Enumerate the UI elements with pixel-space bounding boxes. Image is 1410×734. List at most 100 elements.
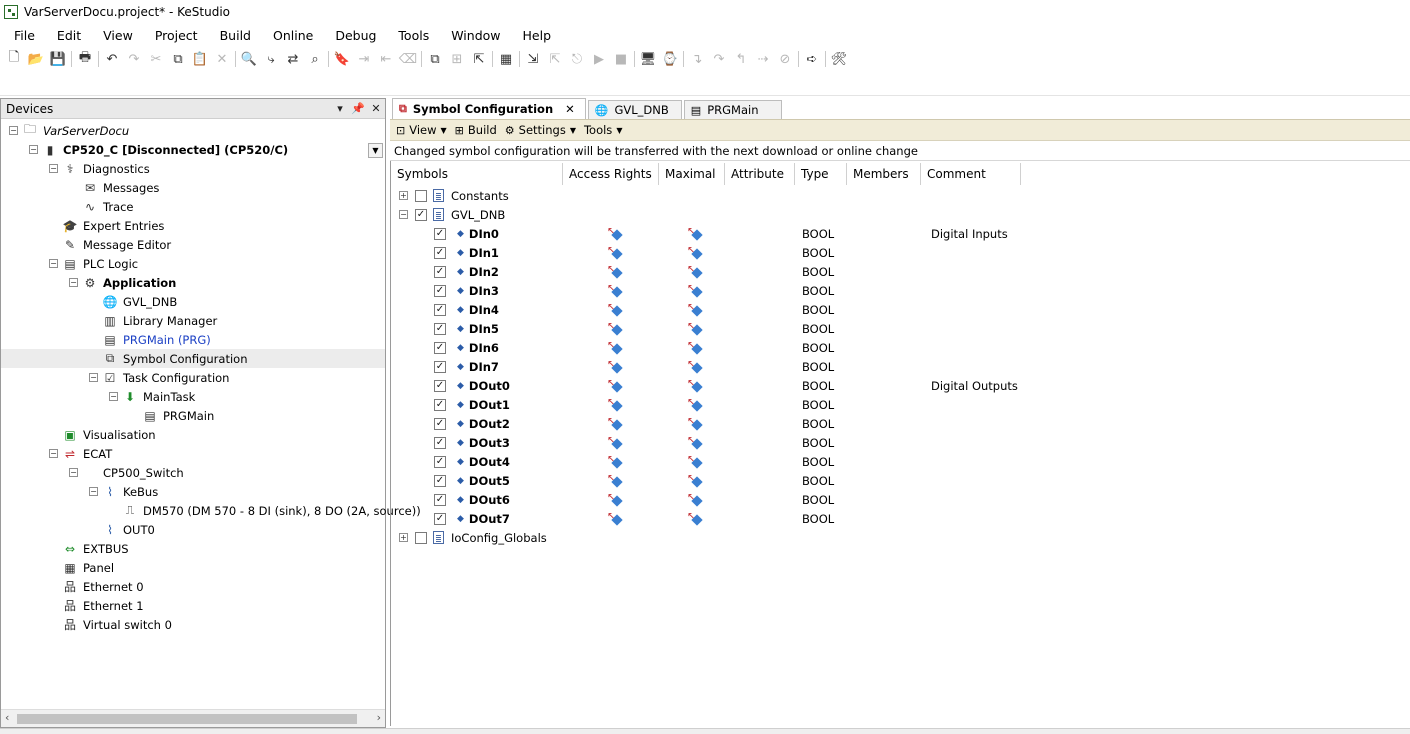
build-icon[interactable]: ▦ bbox=[495, 48, 517, 70]
menu-debug[interactable]: Debug bbox=[327, 28, 384, 43]
maximal-access-icon[interactable]: ↖ bbox=[687, 322, 703, 336]
symbol-row[interactable]: ✓ ◆ DIn6 ↖ ↖ BOOL bbox=[391, 338, 1401, 357]
export-icon[interactable]: ⇱ bbox=[468, 48, 490, 70]
tree-item[interactable]: 🌐 GVL_DNB bbox=[1, 292, 178, 311]
tree-item[interactable]: ⎍ DM570 (DM 570 - 8 DI (sink), 8 DO (2A, … bbox=[1, 501, 421, 520]
access-rights-icon[interactable]: ↖ bbox=[607, 303, 623, 317]
access-rights-icon[interactable]: ↖ bbox=[607, 322, 623, 336]
symbol-row[interactable]: ✓ ◆ DIn0 ↖ ↖ BOOL Digital Inputs bbox=[391, 224, 1401, 243]
menu-view[interactable]: View bbox=[95, 28, 141, 43]
symbol-group-row[interactable]: − ✓ GVL_DNB bbox=[391, 205, 1401, 224]
watch-icon[interactable]: ⌚ bbox=[659, 48, 681, 70]
symbol-row[interactable]: ✓ ◆ DOut0 ↖ ↖ BOOL Digital Outputs bbox=[391, 376, 1401, 395]
duplicate-icon[interactable]: ⧉ bbox=[424, 48, 446, 70]
tab-symbol-configuration[interactable]: ⧉ Symbol Configuration ✕ bbox=[392, 98, 586, 119]
symbol-row[interactable]: ✓ ◆ DOut7 ↖ ↖ BOOL bbox=[391, 509, 1401, 528]
menu-file[interactable]: File bbox=[6, 28, 43, 43]
tab-gvl-dnb[interactable]: 🌐 GVL_DNB bbox=[587, 100, 682, 119]
debug-icon[interactable]: 🖥 bbox=[637, 48, 659, 70]
bookmark-next-icon[interactable]: ⇥ bbox=[353, 48, 375, 70]
bookmark-icon[interactable]: 🔖 bbox=[331, 48, 353, 70]
bookmark-clear-icon[interactable]: ⌫ bbox=[397, 48, 419, 70]
scrollbar-thumb[interactable] bbox=[17, 714, 357, 724]
maximal-access-icon[interactable]: ↖ bbox=[687, 246, 703, 260]
logout-icon[interactable]: ⇱ bbox=[544, 48, 566, 70]
menu-help[interactable]: Help bbox=[515, 28, 560, 43]
find-icon[interactable]: 🔍 bbox=[238, 48, 260, 70]
access-rights-icon[interactable]: ↖ bbox=[607, 360, 623, 374]
symbol-checkbox[interactable]: ✓ bbox=[434, 379, 446, 392]
tree-item[interactable]: 🎓 Expert Entries bbox=[1, 216, 165, 235]
add-object-icon[interactable]: ⊞ bbox=[446, 48, 468, 70]
run-to-cursor-icon[interactable]: ⇢ bbox=[752, 48, 774, 70]
collapse-toggle-icon[interactable]: − bbox=[109, 392, 118, 401]
access-rights-icon[interactable]: ↖ bbox=[607, 341, 623, 355]
expand-toggle-icon[interactable]: + bbox=[399, 191, 408, 200]
symbol-checkbox[interactable]: ✓ bbox=[434, 284, 446, 297]
collapse-toggle-icon[interactable]: − bbox=[9, 126, 18, 135]
symbol-checkbox[interactable]: ✓ bbox=[434, 398, 446, 411]
symbol-row[interactable]: ✓ ◆ DOut2 ↖ ↖ BOOL bbox=[391, 414, 1401, 433]
scroll-left-icon[interactable]: ‹ bbox=[5, 711, 9, 724]
symbol-row[interactable]: ✓ ◆ DIn2 ↖ ↖ BOOL bbox=[391, 262, 1401, 281]
settings-dropdown[interactable]: ⚙ Settings ▼ bbox=[505, 123, 576, 137]
find-references-icon[interactable]: ⌕ bbox=[304, 48, 326, 70]
run-icon[interactable]: ▶ bbox=[588, 48, 610, 70]
tree-item[interactable]: ▤ PRGMain (PRG) bbox=[1, 330, 210, 349]
symbol-row[interactable]: ✓ ◆ DIn1 ↖ ↖ BOOL bbox=[391, 243, 1401, 262]
menu-edit[interactable]: Edit bbox=[49, 28, 89, 43]
tree-item[interactable]: 品 Ethernet 0 bbox=[1, 577, 144, 596]
symbol-checkbox[interactable]: ✓ bbox=[434, 436, 446, 449]
tree-item[interactable]: − ⚕ Diagnostics bbox=[1, 159, 150, 178]
maximal-access-icon[interactable]: ↖ bbox=[687, 265, 703, 279]
open-folder-icon[interactable]: 📂 bbox=[25, 48, 47, 70]
settings-tools-icon[interactable]: 🛠 bbox=[828, 48, 850, 70]
collapse-toggle-icon[interactable]: − bbox=[399, 210, 408, 219]
breakpoint-icon[interactable]: ⊘ bbox=[774, 48, 796, 70]
maximal-access-icon[interactable]: ↖ bbox=[687, 379, 703, 393]
view-dropdown[interactable]: ⊡ View ▼ bbox=[396, 123, 447, 137]
collapse-toggle-icon[interactable]: − bbox=[49, 449, 58, 458]
tree-item[interactable]: ∿ Trace bbox=[1, 197, 134, 216]
symbol-checkbox[interactable]: ✓ bbox=[434, 474, 446, 487]
symbol-checkbox[interactable]: ✓ bbox=[434, 322, 446, 335]
access-rights-icon[interactable]: ↖ bbox=[607, 246, 623, 260]
new-file-icon[interactable]: 🗋 bbox=[3, 48, 25, 70]
tree-item[interactable]: − ⌇ KeBus bbox=[1, 482, 158, 501]
column-header-maximal[interactable]: Maximal bbox=[659, 163, 725, 185]
tree-item[interactable]: − ☑ Task Configuration bbox=[1, 368, 229, 387]
step-out-icon[interactable]: ↰ bbox=[730, 48, 752, 70]
symbol-checkbox[interactable]: ✓ bbox=[434, 341, 446, 354]
menu-build[interactable]: Build bbox=[212, 28, 259, 43]
login-icon[interactable]: ⇲ bbox=[522, 48, 544, 70]
cut-icon[interactable]: ✂ bbox=[145, 48, 167, 70]
menu-tools[interactable]: Tools bbox=[390, 28, 437, 43]
tree-item[interactable]: − ▮ CP520_C [Disconnected] (CP520/C) bbox=[1, 140, 288, 159]
group-checkbox[interactable]: ✓ bbox=[415, 189, 427, 202]
symbol-checkbox[interactable]: ✓ bbox=[434, 227, 446, 240]
tree-item[interactable]: ▦ Panel bbox=[1, 558, 114, 577]
symbol-checkbox[interactable]: ✓ bbox=[434, 455, 446, 468]
tree-item[interactable]: 品 Virtual switch 0 bbox=[1, 615, 172, 634]
step-in-icon[interactable]: ↴ bbox=[686, 48, 708, 70]
access-rights-icon[interactable]: ↖ bbox=[607, 474, 623, 488]
expand-toggle-icon[interactable]: + bbox=[399, 533, 408, 542]
maximal-access-icon[interactable]: ↖ bbox=[687, 474, 703, 488]
close-icon[interactable]: ✕ bbox=[367, 102, 385, 115]
maximal-access-icon[interactable]: ↖ bbox=[687, 417, 703, 431]
column-header-attribute[interactable]: Attribute bbox=[725, 163, 795, 185]
symbol-row[interactable]: ✓ ◆ DIn7 ↖ ↖ BOOL bbox=[391, 357, 1401, 376]
close-tab-icon[interactable]: ✕ bbox=[565, 102, 575, 116]
delete-icon[interactable]: ✕ bbox=[211, 48, 233, 70]
tree-item[interactable]: ✉ Messages bbox=[1, 178, 159, 197]
maximal-access-icon[interactable]: ↖ bbox=[687, 493, 703, 507]
column-header-symbols[interactable]: Symbols bbox=[391, 163, 563, 185]
tree-item[interactable]: ⌇ OUT0 bbox=[1, 520, 155, 539]
column-header-type[interactable]: Type bbox=[795, 163, 847, 185]
collapse-toggle-icon[interactable]: − bbox=[49, 259, 58, 268]
symbol-checkbox[interactable]: ✓ bbox=[434, 417, 446, 430]
tree-item[interactable]: − 🗀 VarServerDocu bbox=[1, 121, 129, 140]
access-rights-icon[interactable]: ↖ bbox=[607, 265, 623, 279]
symbol-row[interactable]: ✓ ◆ DOut3 ↖ ↖ BOOL bbox=[391, 433, 1401, 452]
tree-item[interactable]: ▣ Visualisation bbox=[1, 425, 155, 444]
